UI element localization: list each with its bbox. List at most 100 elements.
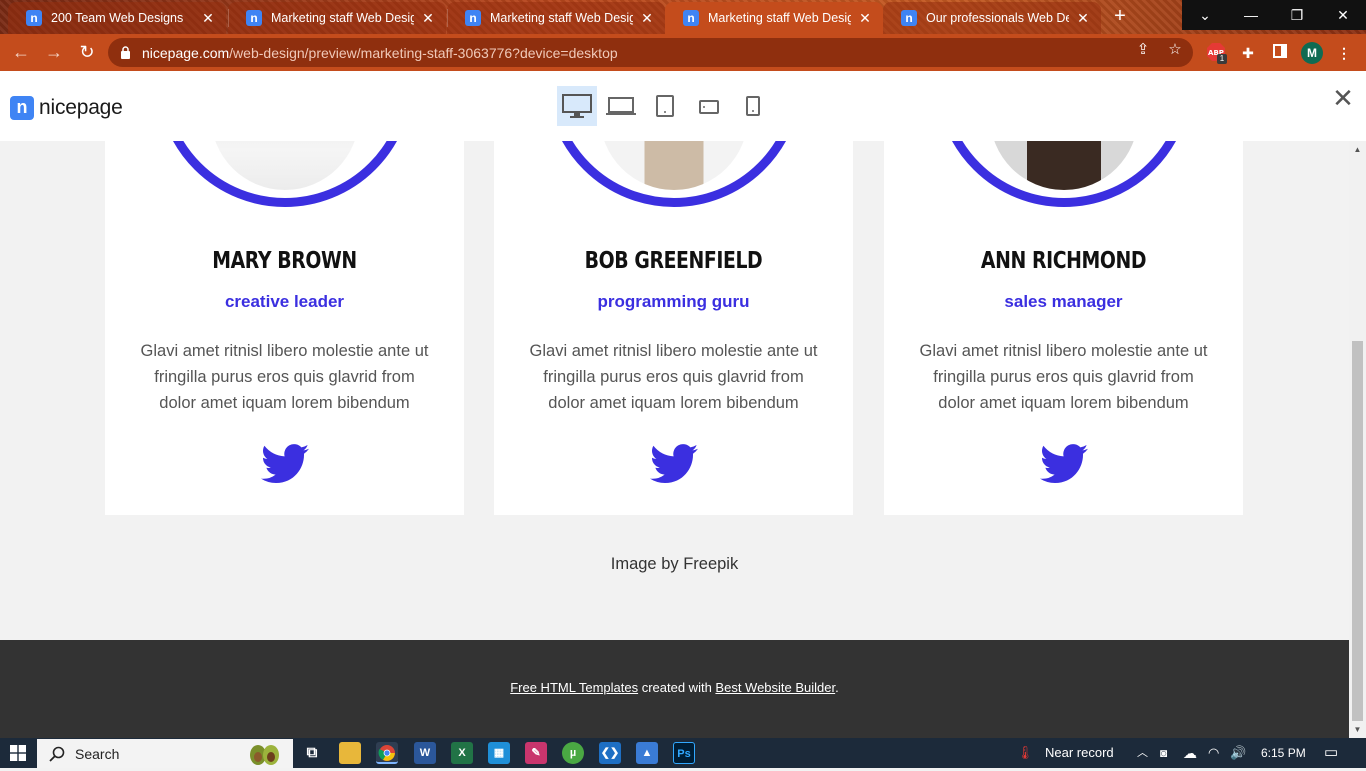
- browser-toolbar: ← → ↻ nicepage.com/web-design/preview/ma…: [0, 34, 1366, 71]
- close-tab-icon[interactable]: ✕: [857, 10, 873, 27]
- browser-tab-1[interactable]: n 200 Team Web Designs ✕: [8, 2, 226, 34]
- restore-window-button[interactable]: ❐: [1274, 0, 1320, 30]
- close-window-button[interactable]: ✕: [1320, 0, 1366, 30]
- profile-photo: [599, 141, 748, 190]
- thermometer-weather-icon[interactable]: 🌡: [1015, 738, 1035, 768]
- back-arrow-icon[interactable]: ←: [9, 41, 33, 65]
- word-icon[interactable]: W: [414, 742, 436, 764]
- volume-icon[interactable]: 🔊: [1230, 738, 1246, 768]
- share-icon[interactable]: ⇪: [1133, 40, 1153, 60]
- member-name: BOB GREENFIELD: [584, 248, 763, 274]
- tab-title: Our professionals Web Desig: [926, 11, 1069, 25]
- photos-icon[interactable]: ▲: [636, 742, 658, 764]
- store-icon[interactable]: ▦: [488, 742, 510, 764]
- address-bar[interactable]: nicepage.com/web-design/preview/marketin…: [108, 38, 1193, 67]
- nicepage-favicon-icon: n: [901, 10, 917, 26]
- team-card: MARY BROWN creative leader Glavi amet ri…: [105, 141, 464, 515]
- member-description: Glavi amet ritnisl libero molestie ante …: [140, 342, 429, 412]
- wifi-icon[interactable]: ◠: [1208, 738, 1219, 768]
- browser-tab-4-active[interactable]: n Marketing staff Web Design ✕: [665, 2, 883, 34]
- browser-menu-icon[interactable]: ⋮: [1333, 42, 1355, 64]
- forward-arrow-icon[interactable]: →: [42, 41, 66, 65]
- profile-photo: [210, 141, 359, 190]
- onedrive-cloud-icon[interactable]: ☁: [1183, 738, 1197, 768]
- weather-text[interactable]: Near record: [1045, 738, 1114, 768]
- phone-device-icon[interactable]: [733, 86, 773, 126]
- member-role: programming guru: [597, 292, 750, 311]
- windows-start-icon[interactable]: [0, 738, 36, 768]
- scrollbar-thumb[interactable]: [1352, 341, 1363, 721]
- tab-search-chevron-icon[interactable]: ⌄: [1182, 0, 1228, 30]
- taskbar-search-box[interactable]: Search: [37, 739, 293, 768]
- browser-tab-5[interactable]: n Our professionals Web Desig ✕: [883, 2, 1101, 34]
- tab-strip: n 200 Team Web Designs ✕ n Marketing sta…: [0, 0, 1366, 34]
- utorrent-icon[interactable]: µ: [562, 742, 584, 764]
- page-scrollbar[interactable]: ▲ ▼: [1349, 141, 1366, 738]
- tablet-landscape-device-icon[interactable]: [689, 86, 729, 126]
- twitter-icon[interactable]: [1039, 443, 1088, 485]
- browser-tab-2[interactable]: n Marketing staff Web Design ✕: [228, 2, 446, 34]
- close-tab-icon[interactable]: ✕: [1075, 10, 1091, 27]
- side-panel-icon[interactable]: [1269, 42, 1291, 64]
- website-builder-link[interactable]: Best Website Builder: [715, 680, 835, 695]
- close-tab-icon[interactable]: ✕: [420, 10, 436, 27]
- twitter-icon[interactable]: [649, 443, 698, 485]
- desktop-device-icon[interactable]: [557, 86, 597, 126]
- vscode-icon[interactable]: ❮❯: [599, 742, 621, 764]
- member-description: Glavi amet ritnisl libero molestie ante …: [529, 342, 818, 412]
- avocado-search-highlight-icon: [247, 742, 281, 766]
- member-role: sales manager: [1004, 292, 1123, 311]
- search-label: Search: [75, 745, 120, 762]
- clock-time[interactable]: 6:15 PM: [1261, 738, 1306, 768]
- nicepage-favicon-icon: n: [465, 10, 481, 26]
- nicepage-logo-text: nicepage: [39, 96, 123, 119]
- profile-photo-ring: [545, 141, 802, 207]
- meet-now-icon[interactable]: ◙: [1160, 738, 1167, 768]
- task-view-icon[interactable]: ⧉: [301, 742, 323, 764]
- url-text: nicepage.com/web-design/preview/marketin…: [142, 44, 618, 61]
- scroll-up-arrow-icon[interactable]: ▲: [1349, 145, 1366, 154]
- new-tab-button[interactable]: +: [1108, 5, 1132, 29]
- profile-photo-ring: [935, 141, 1192, 207]
- windows-taskbar: Search ⧉ W X ▦ ✎ µ ❮❯ ▲ Ps 🌡 Near record…: [0, 738, 1366, 768]
- photoshop-icon[interactable]: Ps: [673, 742, 695, 764]
- close-preview-icon[interactable]: ✕: [1331, 85, 1355, 111]
- browser-tab-3[interactable]: n Marketing staff Web Design ✕: [447, 2, 665, 34]
- tab-title: 200 Team Web Designs: [51, 11, 184, 25]
- close-tab-icon[interactable]: ✕: [639, 10, 655, 27]
- lock-icon: [118, 46, 132, 59]
- extension-badge: 1: [1217, 54, 1227, 64]
- reload-icon[interactable]: ↻: [75, 41, 99, 65]
- bookmark-star-icon[interactable]: ☆: [1165, 40, 1185, 60]
- team-card: BOB GREENFIELD programming guru Glavi am…: [494, 141, 853, 515]
- twitter-icon[interactable]: [260, 443, 309, 485]
- show-hidden-icons-chevron-icon[interactable]: ︿: [1137, 738, 1148, 768]
- notifications-icon[interactable]: ▭: [1324, 738, 1338, 768]
- laptop-device-icon[interactable]: [601, 86, 641, 126]
- free-templates-link[interactable]: Free HTML Templates: [510, 680, 638, 695]
- file-explorer-icon[interactable]: [339, 742, 361, 764]
- adblock-extension-icon[interactable]: ABP 1: [1205, 42, 1227, 64]
- extensions-puzzle-icon[interactable]: ✚: [1237, 42, 1259, 64]
- member-name: ANN RICHMOND: [980, 248, 1147, 274]
- member-name: MARY BROWN: [212, 248, 357, 274]
- close-tab-icon[interactable]: ✕: [200, 10, 216, 27]
- tablet-device-icon[interactable]: [645, 86, 685, 126]
- footer-text: Free HTML Templates created with Best We…: [510, 680, 839, 695]
- profile-avatar[interactable]: M: [1301, 42, 1323, 64]
- paint-app-icon[interactable]: ✎: [525, 742, 547, 764]
- scroll-down-arrow-icon[interactable]: ▼: [1349, 725, 1366, 734]
- nicepage-favicon-icon: n: [26, 10, 42, 26]
- profile-photo: [989, 141, 1138, 190]
- tab-title: Marketing staff Web Design: [271, 11, 414, 25]
- nicepage-logo[interactable]: n nicepage: [10, 96, 123, 120]
- excel-icon[interactable]: X: [451, 742, 473, 764]
- image-credit: Image by Freepik: [610, 555, 739, 573]
- tab-title: Marketing staff Web Design: [708, 11, 851, 25]
- minimize-window-button[interactable]: —: [1228, 0, 1274, 30]
- chrome-icon[interactable]: [376, 742, 398, 764]
- team-card: ANN RICHMOND sales manager Glavi amet ri…: [884, 141, 1243, 515]
- profile-photo-ring: [156, 141, 413, 207]
- nicepage-favicon-icon: n: [246, 10, 262, 26]
- nicepage-favicon-icon: n: [683, 10, 699, 26]
